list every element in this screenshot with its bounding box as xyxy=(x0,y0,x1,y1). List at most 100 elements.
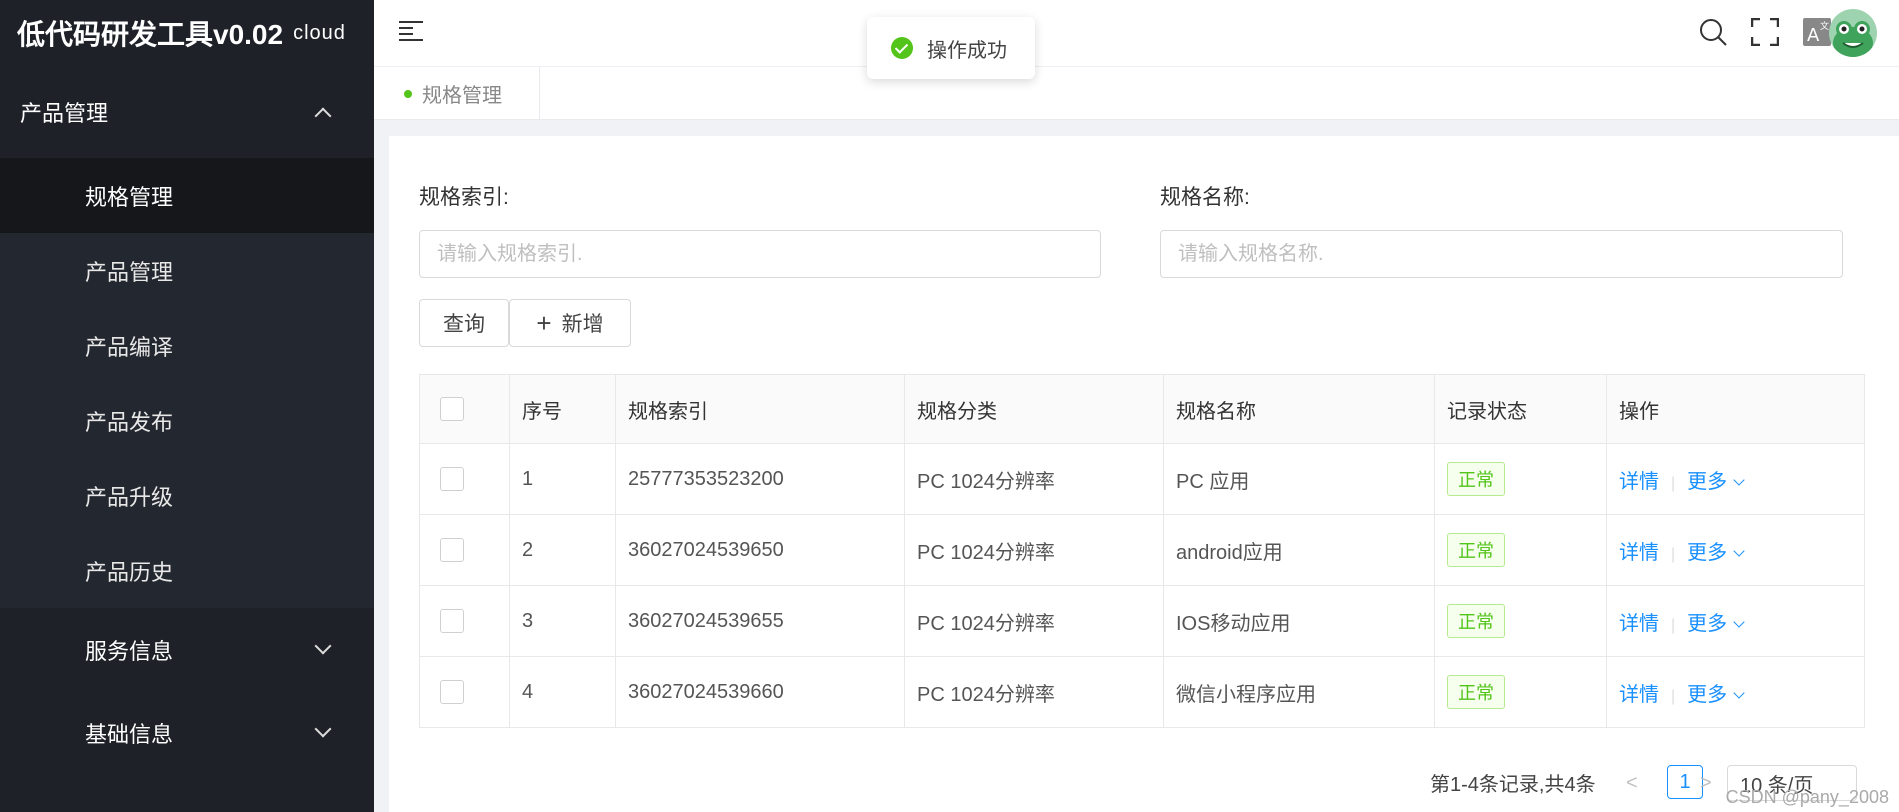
cell-no: 1 xyxy=(509,443,616,515)
row-checkbox[interactable] xyxy=(440,538,464,562)
divider: | xyxy=(1671,616,1676,634)
menu-group-product-label: 产品管理 xyxy=(20,101,109,126)
detail-link[interactable]: 详情 xyxy=(1619,542,1659,564)
more-label: 更多 xyxy=(1687,683,1728,706)
cell-name: android应用 xyxy=(1163,514,1435,586)
sidebar-item-compile[interactable]: 产品编译 xyxy=(0,308,374,383)
success-toast: 操作成功 xyxy=(867,17,1035,79)
app-title-suffix: cloud xyxy=(293,21,346,44)
chevron-down-icon xyxy=(1733,686,1745,699)
row-checkbox[interactable] xyxy=(440,680,464,704)
menu-group-product[interactable]: 产品管理 xyxy=(0,66,374,158)
sidebar-item-upgrade[interactable]: 产品升级 xyxy=(0,458,374,533)
select-cell xyxy=(419,443,510,515)
avatar[interactable] xyxy=(1829,9,1877,57)
sidebar-item-label: 产品历史 xyxy=(85,559,174,585)
cell-category: PC 1024分辨率 xyxy=(904,443,1164,515)
row-checkbox[interactable] xyxy=(440,609,464,633)
cell-actions: 详情 | 更多 xyxy=(1606,514,1865,586)
query-button-label: 查询 xyxy=(443,313,485,336)
column-header: 记录状态 xyxy=(1434,374,1607,444)
tab-spec[interactable]: 规格管理 xyxy=(374,67,540,120)
add-button[interactable]: + 新增 xyxy=(509,299,631,347)
fullscreen-icon[interactable] xyxy=(1749,16,1781,48)
cell-name: PC 应用 xyxy=(1163,443,1435,515)
table-row: 3 36027024539655 PC 1024分辨率 IOS移动应用 正常 详… xyxy=(419,585,1865,657)
menu-group-service-label: 服务信息 xyxy=(85,638,174,664)
column-header: 序号 xyxy=(509,374,616,444)
watermark: CSDN @pany_2008 xyxy=(1725,787,1889,807)
sidebar-item-label: 产品发布 xyxy=(85,409,174,435)
status-badge: 正常 xyxy=(1447,675,1505,709)
table-row: 2 36027024539650 PC 1024分辨率 android应用 正常… xyxy=(419,514,1865,586)
menu-toggle-icon[interactable] xyxy=(399,21,423,41)
table-row: 4 36027024539660 PC 1024分辨率 微信小程序应用 正常 详… xyxy=(419,656,1865,728)
cell-no: 3 xyxy=(509,585,616,657)
menu-group-service[interactable]: 服务信息 xyxy=(0,608,374,691)
add-button-label: 新增 xyxy=(561,313,604,336)
spec-name-label: 规格名称: xyxy=(1160,186,1250,209)
spec-index-input[interactable] xyxy=(419,230,1101,278)
page-1-button[interactable]: 1 xyxy=(1667,765,1703,799)
sidebar-item-product[interactable]: 产品管理 xyxy=(0,233,374,308)
active-dot-icon xyxy=(404,89,412,98)
chevron-down-icon xyxy=(1733,544,1745,557)
toast-message: 操作成功 xyxy=(927,39,1007,62)
more-dropdown[interactable]: 更多 xyxy=(1687,541,1745,564)
spec-table: 序号 规格索引 规格分类 规格名称 记录状态 操作 1 257773535232… xyxy=(419,374,1865,728)
cell-index: 36027024539655 xyxy=(615,585,905,657)
select-all-cell xyxy=(419,374,510,444)
spec-name-input[interactable] xyxy=(1160,230,1843,278)
detail-link[interactable]: 详情 xyxy=(1619,684,1659,706)
plus-icon: + xyxy=(536,308,552,338)
menu-group-basic-label: 基础信息 xyxy=(85,721,174,747)
column-header: 规格名称 xyxy=(1163,374,1435,444)
column-header: 规格索引 xyxy=(615,374,905,444)
more-label: 更多 xyxy=(1687,541,1728,564)
cell-index: 25777353523200 xyxy=(615,443,905,515)
search-icon[interactable] xyxy=(1697,16,1729,48)
more-dropdown[interactable]: 更多 xyxy=(1687,470,1745,493)
select-cell xyxy=(419,585,510,657)
cell-no: 4 xyxy=(509,656,616,728)
cell-actions: 详情 | 更多 xyxy=(1606,585,1865,657)
cell-name: IOS移动应用 xyxy=(1163,585,1435,657)
query-button[interactable]: 查询 xyxy=(419,299,509,347)
status-badge: 正常 xyxy=(1447,604,1505,638)
tab-label: 规格管理 xyxy=(422,85,502,107)
more-label: 更多 xyxy=(1687,612,1728,635)
divider: | xyxy=(1671,545,1676,563)
next-page-icon[interactable]: > xyxy=(1700,772,1712,795)
menu-group-basic[interactable]: 基础信息 xyxy=(0,691,374,774)
sidebar-item-release[interactable]: 产品发布 xyxy=(0,383,374,458)
detail-link[interactable]: 详情 xyxy=(1619,613,1659,635)
select-cell xyxy=(419,514,510,586)
main-content: 规格索引: 规格名称: 查询 + 新增 序号 规格索引 规格分类 规格名称 记录… xyxy=(389,136,1899,812)
row-checkbox[interactable] xyxy=(440,467,464,491)
cell-no: 2 xyxy=(509,514,616,586)
sidebar-item-label: 规格管理 xyxy=(85,184,174,210)
detail-link[interactable]: 详情 xyxy=(1619,471,1659,493)
chevron-up-icon xyxy=(314,107,332,125)
app-logo: 低代码研发工具v0.02 cloud xyxy=(0,0,374,66)
cell-category: PC 1024分辨率 xyxy=(904,656,1164,728)
top-header: A文 xyxy=(374,0,1899,67)
more-dropdown[interactable]: 更多 xyxy=(1687,612,1745,635)
select-all-checkbox[interactable] xyxy=(440,397,464,421)
sidebar-item-spec[interactable]: 规格管理 xyxy=(0,158,374,233)
chevron-down-icon xyxy=(1733,473,1745,486)
svg-text:文: 文 xyxy=(1820,20,1829,32)
more-dropdown[interactable]: 更多 xyxy=(1687,683,1745,706)
cell-name: 微信小程序应用 xyxy=(1163,656,1435,728)
cell-actions: 详情 | 更多 xyxy=(1606,443,1865,515)
status-badge: 正常 xyxy=(1447,533,1505,567)
svg-text:A: A xyxy=(1807,25,1820,46)
prev-page-icon[interactable]: < xyxy=(1626,772,1638,795)
status-badge: 正常 xyxy=(1447,462,1505,496)
select-cell xyxy=(419,656,510,728)
submenu-product: 规格管理 产品管理 产品编译 产品发布 产品升级 产品历史 服务信息 基础信息 xyxy=(0,158,374,774)
pagination-summary: 第1-4条记录,共4条 xyxy=(1430,774,1596,796)
table-header-row: 序号 规格索引 规格分类 规格名称 记录状态 操作 xyxy=(419,374,1865,444)
more-label: 更多 xyxy=(1687,470,1728,493)
sidebar-item-history[interactable]: 产品历史 xyxy=(0,533,374,608)
